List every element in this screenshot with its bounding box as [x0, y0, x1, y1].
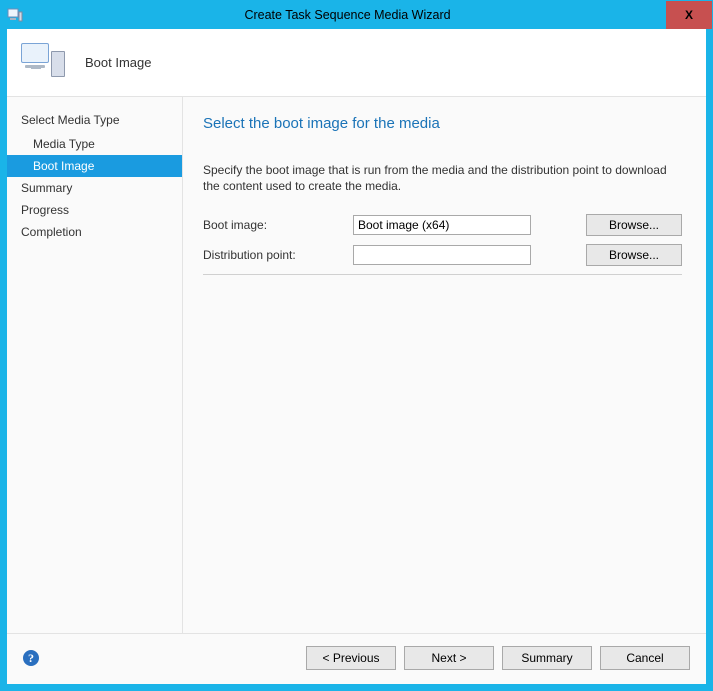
- main-heading: Select the boot image for the media: [203, 115, 682, 132]
- form: Boot image: Browse... Distribution point…: [203, 214, 682, 275]
- sidebar-item-summary[interactable]: Summary: [7, 177, 182, 199]
- help-icon[interactable]: ?: [23, 650, 39, 666]
- main-panel: Select the boot image for the media Spec…: [183, 97, 706, 633]
- row-boot-image: Boot image: Browse...: [203, 214, 682, 236]
- boot-image-label: Boot image:: [203, 218, 353, 232]
- sidebar: Select Media Type Media Type Boot Image …: [7, 97, 183, 633]
- footer: ? < Previous Next > Summary Cancel: [7, 633, 706, 684]
- summary-button[interactable]: Summary: [502, 646, 592, 670]
- computer-icon: [21, 39, 69, 87]
- sidebar-item-media-type[interactable]: Media Type: [7, 133, 182, 155]
- cancel-button[interactable]: Cancel: [600, 646, 690, 670]
- page-title: Boot Image: [85, 55, 152, 70]
- next-button[interactable]: Next >: [404, 646, 494, 670]
- boot-image-browse-button[interactable]: Browse...: [586, 214, 682, 236]
- separator: [203, 274, 682, 275]
- body: Select Media Type Media Type Boot Image …: [7, 97, 706, 633]
- app-icon: [1, 1, 29, 29]
- sidebar-group-label: Select Media Type: [7, 113, 182, 133]
- titlebar: Create Task Sequence Media Wizard X: [1, 1, 712, 29]
- window-client-area: Boot Image Select Media Type Media Type …: [1, 29, 712, 690]
- boot-image-input[interactable]: [353, 215, 531, 235]
- sidebar-item-progress[interactable]: Progress: [7, 199, 182, 221]
- sidebar-item-boot-image[interactable]: Boot Image: [7, 155, 182, 177]
- window-title: Create Task Sequence Media Wizard: [29, 1, 666, 29]
- distribution-point-input[interactable]: [353, 245, 531, 265]
- close-button[interactable]: X: [666, 1, 712, 29]
- sidebar-item-completion[interactable]: Completion: [7, 221, 182, 243]
- previous-button[interactable]: < Previous: [306, 646, 396, 670]
- distribution-point-label: Distribution point:: [203, 248, 353, 262]
- distribution-point-browse-button[interactable]: Browse...: [586, 244, 682, 266]
- main-description: Specify the boot image that is run from …: [203, 162, 682, 194]
- footer-buttons: < Previous Next > Summary Cancel: [306, 646, 690, 670]
- page-header: Boot Image: [7, 29, 706, 97]
- row-distribution-point: Distribution point: Browse...: [203, 244, 682, 266]
